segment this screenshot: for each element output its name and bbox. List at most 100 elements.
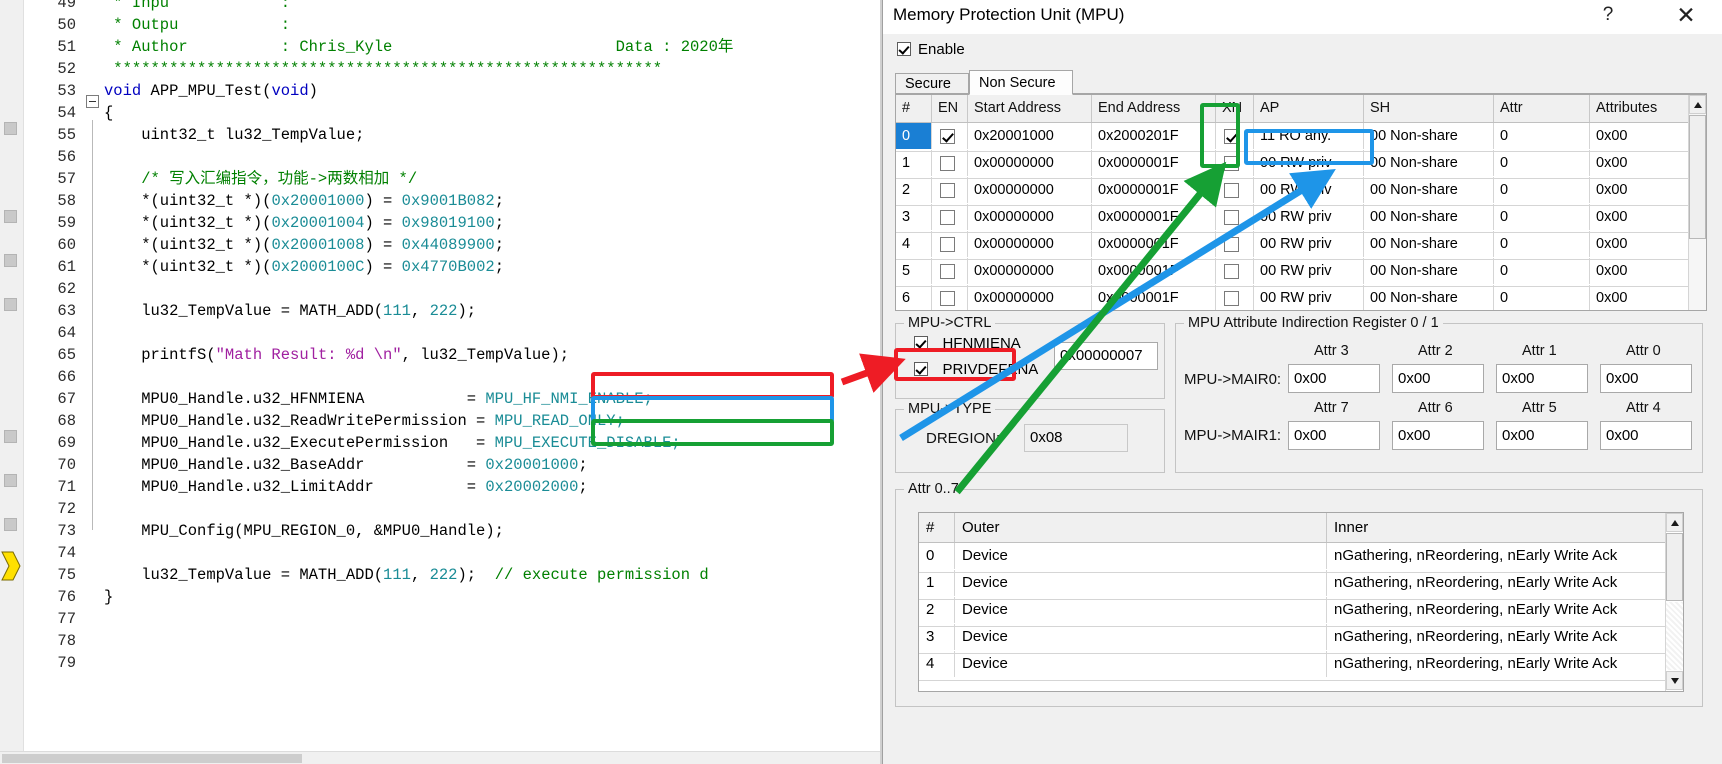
code-line[interactable]: lu32_TempValue = MATH_ADD(111, 222); [104, 300, 476, 322]
code-line[interactable]: *(uint32_t *)(0x20001000) = 0x9001B082; [104, 190, 504, 212]
region-xn-cell[interactable] [1216, 123, 1254, 149]
attr-table[interactable]: # Outer Inner 0 Device nGathering, nReorde… [918, 512, 1684, 692]
region-idx-cell[interactable]: 0 [896, 123, 932, 149]
breakpoint-marker[interactable] [4, 298, 17, 311]
col-header-index[interactable]: # [896, 95, 932, 122]
region-xn-cell[interactable] [1216, 150, 1254, 176]
region-sh-cell[interactable]: 00 Non-share [1364, 123, 1494, 149]
region-xn-cell[interactable] [1216, 204, 1254, 230]
region-idx-cell[interactable]: 6 [896, 285, 932, 310]
region-attr-cell[interactable]: 0 [1494, 204, 1590, 230]
enable-checkbox-row[interactable]: Enable [897, 41, 965, 59]
region-start-cell[interactable]: 0x00000000 [968, 285, 1092, 310]
region-xn-checkbox[interactable] [1224, 237, 1239, 252]
region-sh-cell[interactable]: 00 Non-share [1364, 150, 1494, 176]
region-ap-cell[interactable]: 11 RO any. [1254, 123, 1364, 149]
attr-inner-cell[interactable]: nGathering, nReordering, nEarly Write Ac… [1327, 543, 1667, 569]
region-en-cell[interactable] [932, 123, 968, 149]
region-en-checkbox[interactable] [940, 156, 955, 171]
region-table-row[interactable]: 1 0x00000000 0x0000001F 00 RW priv 00 Non-sh… [896, 150, 1706, 179]
region-end-cell[interactable]: 0x0000001F [1092, 204, 1216, 230]
region-xn-cell[interactable] [1216, 231, 1254, 257]
region-attr-cell[interactable]: 0 [1494, 231, 1590, 257]
mair0-attr0-field[interactable]: 0x00 [1600, 364, 1692, 393]
region-end-cell[interactable]: 0x0000001F [1092, 177, 1216, 203]
tab-secure[interactable]: Secure [895, 73, 969, 94]
code-line[interactable]: MPU0_Handle.u32_HFNMIENA = MPU_HF_NMI_EN… [104, 388, 653, 410]
attr-inner-cell[interactable]: nGathering, nReordering, nEarly Write Ac… [1327, 651, 1667, 677]
help-icon[interactable]: ? [1587, 0, 1629, 32]
mair0-attr3-field[interactable]: 0x00 [1288, 364, 1380, 393]
region-xn-cell[interactable] [1216, 285, 1254, 310]
tab-non-secure[interactable]: Non Secure [969, 70, 1073, 95]
region-ap-cell[interactable]: 00 RW priv [1254, 150, 1364, 176]
region-attributes-cell[interactable]: 0x00 [1590, 123, 1690, 149]
code-editor[interactable]: 49 50 51 52 53 54 55 56 57 58 59 60 61 62 63 64 65 66 67 68… [0, 0, 882, 764]
attr-outer-cell[interactable]: Device [955, 651, 1327, 677]
region-sh-cell[interactable]: 00 Non-share [1364, 177, 1494, 203]
region-xn-checkbox[interactable] [1224, 291, 1239, 306]
code-line[interactable]: } [104, 586, 113, 608]
region-end-cell[interactable]: 0x0000001F [1092, 258, 1216, 284]
attr-scroll-thumb[interactable] [1666, 533, 1683, 601]
region-attributes-cell[interactable]: 0x00 [1590, 258, 1690, 284]
code-line[interactable]: *(uint32_t *)(0x20001004) = 0x98019100; [104, 212, 504, 234]
region-table-row[interactable]: 6 0x00000000 0x0000001F 00 RW priv 00 Non-sh… [896, 285, 1706, 310]
attr-table-row[interactable]: 4 Device nGathering, nReordering, nEarly W… [919, 651, 1683, 681]
region-en-checkbox[interactable] [940, 291, 955, 306]
attr-outer-cell[interactable]: Device [955, 597, 1327, 623]
region-end-cell[interactable]: 0x0000001F [1092, 231, 1216, 257]
region-idx-cell[interactable]: 4 [896, 231, 932, 257]
code-line[interactable]: /* 写入汇编指令，功能->两数相加 */ [104, 168, 417, 190]
code-line[interactable]: lu32_TempValue = MATH_ADD(111, 222); // … [104, 564, 708, 586]
region-attr-cell[interactable]: 0 [1494, 258, 1590, 284]
region-xn-checkbox[interactable] [1224, 183, 1239, 198]
col-header-ap[interactable]: AP [1254, 95, 1364, 122]
code-line[interactable]: uint32_t lu32_TempValue; [104, 124, 364, 146]
mpu-ctrl-value-field[interactable]: 0x00000007 [1054, 342, 1158, 370]
col-header-xn[interactable]: XN [1216, 95, 1254, 122]
region-end-cell[interactable]: 0x0000001F [1092, 150, 1216, 176]
col-header-end[interactable]: End Address [1092, 95, 1216, 122]
scroll-up-icon[interactable] [1689, 95, 1706, 114]
code-line[interactable]: MPU0_Handle.u32_ExecutePermission = MPU_… [104, 432, 681, 454]
region-attr-cell[interactable]: 0 [1494, 150, 1590, 176]
code-line[interactable]: ****************************************… [104, 58, 662, 80]
region-sh-cell[interactable]: 00 Non-share [1364, 204, 1494, 230]
code-line[interactable]: void APP_MPU_Test(void) [104, 80, 318, 102]
region-idx-cell[interactable]: 3 [896, 204, 932, 230]
privdefena-checkbox[interactable] [914, 362, 928, 376]
editor-breakpoint-strip[interactable] [0, 0, 24, 752]
code-line[interactable]: MPU_Config(MPU_REGION_0, &MPU0_Handle); [104, 520, 504, 542]
attr-outer-cell[interactable]: Device [955, 543, 1327, 569]
region-ap-cell[interactable]: 00 RW priv [1254, 258, 1364, 284]
region-idx-cell[interactable]: 5 [896, 258, 932, 284]
hfnmiena-row[interactable]: HFNMIENA [914, 335, 1021, 353]
enable-checkbox[interactable] [897, 42, 911, 56]
region-en-checkbox[interactable] [940, 237, 955, 252]
region-sh-cell[interactable]: 00 Non-share [1364, 231, 1494, 257]
code-line[interactable]: * Outpu : [104, 14, 290, 36]
attr-table-row[interactable]: 0 Device nGathering, nReordering, nEarly W… [919, 543, 1683, 573]
attr-outer-cell[interactable]: Device [955, 570, 1327, 596]
region-xn-checkbox[interactable] [1224, 210, 1239, 225]
region-xn-cell[interactable] [1216, 177, 1254, 203]
code-line[interactable]: *(uint32_t *)(0x20001008) = 0x44089900; [104, 234, 504, 256]
region-idx-cell[interactable]: 1 [896, 150, 932, 176]
region-en-checkbox[interactable] [940, 264, 955, 279]
attr-idx-cell[interactable]: 4 [919, 651, 955, 677]
region-en-checkbox[interactable] [940, 129, 955, 144]
attr-table-row[interactable]: 1 Device nGathering, nReordering, nEarly W… [919, 570, 1683, 600]
attr-outer-cell[interactable]: Device [955, 624, 1327, 650]
col-header-attributes[interactable]: Attributes [1590, 95, 1690, 122]
code-line[interactable]: * Author : Chris_Kyle Data : 2020年 [104, 36, 733, 58]
region-sh-cell[interactable]: 00 Non-share [1364, 258, 1494, 284]
region-table-scrollbar[interactable] [1688, 95, 1706, 310]
editor-horizontal-scrollbar[interactable] [0, 751, 882, 764]
attr-idx-cell[interactable]: 3 [919, 624, 955, 650]
region-en-cell[interactable] [932, 204, 968, 230]
region-ap-cell[interactable]: 00 RW priv [1254, 204, 1364, 230]
attr-scroll-track[interactable] [1666, 602, 1683, 670]
mair1-attr6-field[interactable]: 0x00 [1392, 421, 1484, 450]
region-attributes-cell[interactable]: 0x00 [1590, 204, 1690, 230]
